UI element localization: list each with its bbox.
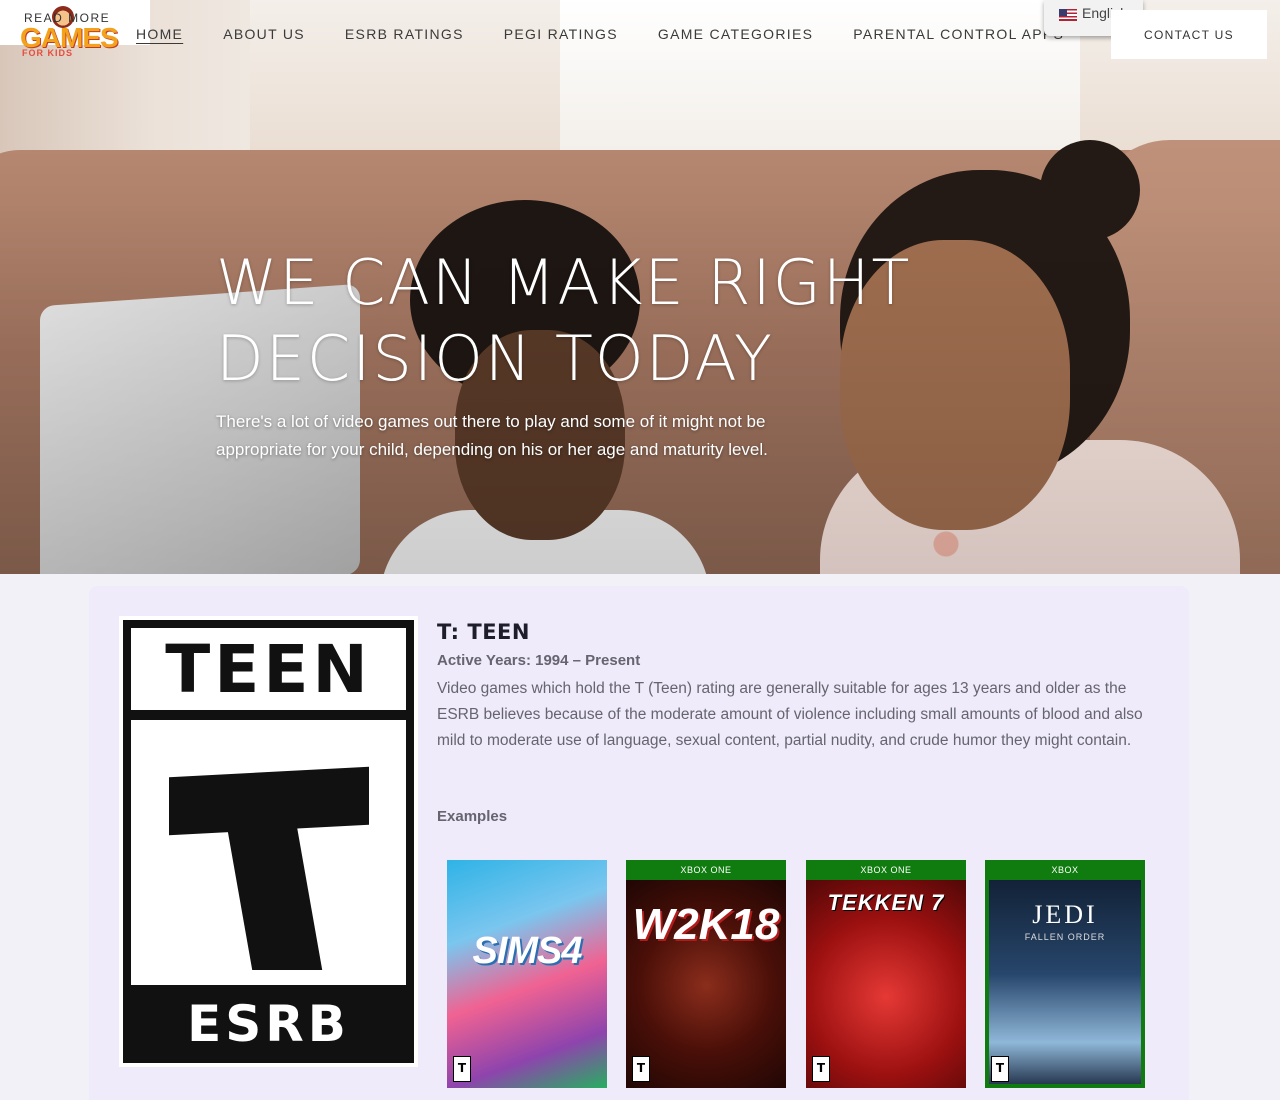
game-cover-jedi-fallen-order[interactable]: XBOX JEDI FALLEN ORDER T: [985, 860, 1145, 1088]
xbox-one-band: XBOX ONE: [626, 860, 786, 880]
nav-about-us[interactable]: ABOUT US: [223, 26, 305, 42]
game-cover-tekken7[interactable]: XBOX ONE TEKKEN 7 T: [806, 860, 966, 1088]
rating-title: T: TEEN: [437, 620, 530, 644]
esrb-logo-top-text: TEEN: [131, 628, 406, 710]
game-subtitle: FALLEN ORDER: [1024, 932, 1106, 942]
us-flag-icon: [1059, 9, 1077, 21]
esrb-logo-bottom-text: ESRB: [187, 995, 350, 1053]
game-title: JEDI: [1032, 900, 1098, 929]
esrb-teen-logo: TEEN ESRB: [119, 616, 418, 1067]
game-title: SIMS4: [472, 930, 582, 972]
esrb-t-badge-icon: T: [453, 1056, 471, 1082]
nav-game-categories[interactable]: GAME CATEGORIES: [658, 26, 813, 42]
examples-heading: Examples: [437, 808, 508, 825]
hero-subtitle: There's a lot of video games out there t…: [216, 412, 768, 459]
contact-us-button[interactable]: CONTACT US: [1111, 10, 1267, 59]
game-cover-w2k18[interactable]: XBOX ONE W2K18 T: [626, 860, 786, 1088]
esrb-t-badge-icon: T: [812, 1056, 830, 1082]
xbox-one-band: XBOX ONE: [806, 860, 966, 880]
nav-pegi-ratings[interactable]: PEGI RATINGS: [504, 26, 618, 42]
game-title: W2K18: [632, 900, 780, 949]
nav-esrb-ratings[interactable]: ESRB RATINGS: [345, 26, 464, 42]
xbox-band: XBOX: [985, 860, 1145, 880]
rating-description: Video games which hold the T (Teen) rati…: [437, 680, 1143, 749]
logo-subtext: FOR KIDS: [22, 48, 74, 58]
nav-home[interactable]: HOME: [136, 26, 183, 42]
hero-banner: WE CAN MAKE RIGHT DECISION TODAY There's…: [0, 0, 1280, 574]
esrb-t-icon: [131, 720, 406, 985]
hero-title: WE CAN MAKE RIGHT DECISION TODAY: [216, 246, 912, 395]
active-years: Active Years: 1994 – Present: [437, 652, 641, 669]
game-cover-sims4[interactable]: SIMS4 T: [447, 860, 607, 1088]
read-more-link[interactable]: READ MORE: [24, 11, 110, 25]
main-nav: HOME ABOUT US ESRB RATINGS PEGI RATINGS …: [136, 26, 1064, 42]
nav-parental-control-apps[interactable]: PARENTAL CONTROL APPS: [853, 26, 1064, 42]
esrb-t-badge-icon: T: [632, 1056, 650, 1082]
game-title: TEKKEN 7: [827, 890, 945, 915]
esrb-t-badge-icon: T: [991, 1056, 1009, 1082]
logo[interactable]: GAMES FOR KIDS READ MORE: [0, 0, 150, 58]
